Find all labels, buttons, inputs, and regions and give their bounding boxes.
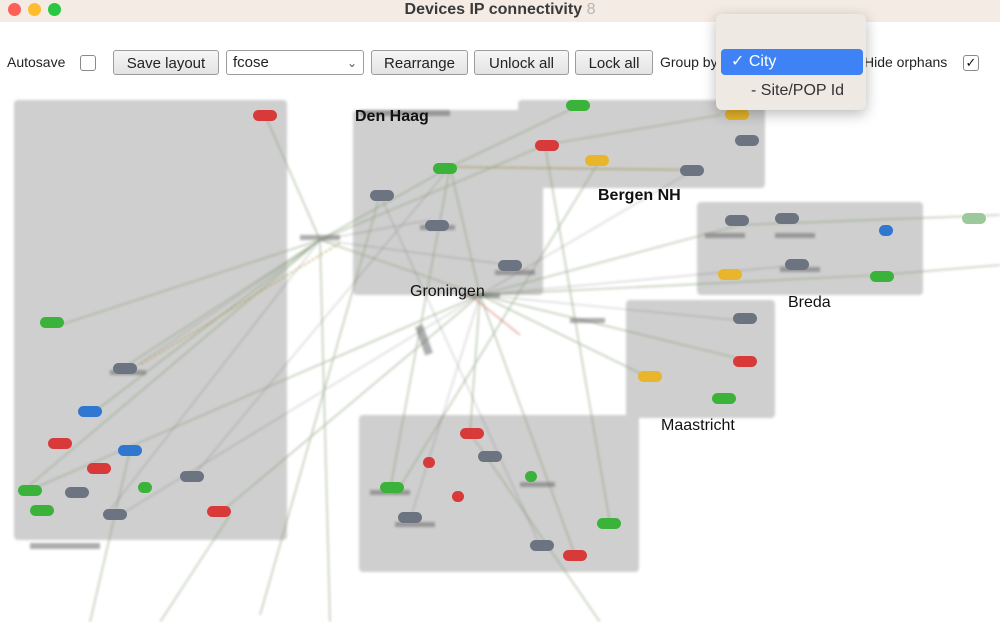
city-label-den-haag: Den Haag: [355, 108, 429, 125]
router-node[interactable]: [180, 471, 204, 482]
router-node[interactable]: [103, 509, 127, 520]
hide-orphans-label: Hide orphans: [864, 54, 948, 70]
router-node[interactable]: [478, 451, 502, 462]
router-node[interactable]: [735, 135, 759, 146]
autosave-checkbox[interactable]: [80, 55, 96, 71]
router-node[interactable]: [425, 220, 449, 231]
router-node[interactable]: [118, 445, 142, 456]
router-node[interactable]: [48, 438, 72, 449]
router-node[interactable]: [370, 190, 394, 201]
router-node[interactable]: [253, 110, 277, 121]
router-node[interactable]: [380, 482, 404, 493]
router-node[interactable]: [423, 457, 435, 468]
router-node[interactable]: [725, 109, 749, 120]
layout-select-value: fcose: [233, 54, 269, 71]
city-label-groningen: Groningen: [410, 283, 485, 300]
router-node[interactable]: [398, 512, 422, 523]
router-node[interactable]: [962, 213, 986, 224]
router-node[interactable]: [725, 215, 749, 226]
window-title-suffix: 8: [586, 1, 596, 18]
autosave-label: Autosave: [7, 54, 66, 70]
router-node[interactable]: [138, 482, 152, 493]
router-node[interactable]: [40, 317, 64, 328]
router-node[interactable]: [733, 313, 757, 324]
router-node[interactable]: [535, 140, 559, 151]
rearrange-button[interactable]: Rearrange: [371, 50, 468, 75]
router-node[interactable]: [597, 518, 621, 529]
router-node[interactable]: [785, 259, 809, 270]
router-node[interactable]: [718, 269, 742, 280]
hide-orphans-checkbox[interactable]: ✓: [963, 55, 979, 71]
router-node[interactable]: [870, 271, 894, 282]
router-node[interactable]: [733, 356, 757, 367]
city-label-breda: Breda: [788, 294, 831, 311]
router-node[interactable]: [680, 165, 704, 176]
save-layout-button[interactable]: Save layout: [113, 50, 219, 75]
router-node[interactable]: [879, 225, 893, 236]
group-by-option-site-pop-id[interactable]: - Site/POP Id: [722, 78, 860, 104]
router-node[interactable]: [525, 471, 537, 482]
layout-select[interactable]: fcose ⌄: [226, 50, 364, 75]
router-node[interactable]: [460, 428, 484, 439]
router-node[interactable]: [530, 540, 554, 551]
city-label-bergen: Bergen NH: [598, 187, 681, 204]
router-node[interactable]: [775, 213, 799, 224]
router-node[interactable]: [30, 505, 54, 516]
router-node[interactable]: [78, 406, 102, 417]
router-node[interactable]: [65, 487, 89, 498]
window-title-text: Devices IP connectivity: [404, 1, 583, 18]
router-node[interactable]: [638, 371, 662, 382]
group-by-label: Group by: [660, 54, 718, 70]
router-node[interactable]: [712, 393, 736, 404]
city-label-maastricht: Maastricht: [661, 417, 735, 434]
router-node[interactable]: [563, 550, 587, 561]
router-node[interactable]: [585, 155, 609, 166]
lock-all-button[interactable]: Lock all: [575, 50, 653, 75]
group-by-option-city[interactable]: ✓ City: [721, 49, 863, 75]
group-by-dropdown[interactable]: ✓ City - Site/POP Id: [716, 14, 866, 110]
router-node[interactable]: [452, 491, 464, 502]
router-node[interactable]: [87, 463, 111, 474]
chevron-down-icon: ⌄: [346, 56, 357, 70]
graph-canvas[interactable]: Den Haag Bergen NH Groningen Breda Maast…: [0, 95, 1000, 622]
router-node[interactable]: [433, 163, 457, 174]
router-node[interactable]: [113, 363, 137, 374]
graph-svg: [14, 100, 1000, 622]
unlock-all-button[interactable]: Unlock all: [474, 50, 569, 75]
router-node[interactable]: [18, 485, 42, 496]
router-node[interactable]: [566, 100, 590, 111]
router-node[interactable]: [207, 506, 231, 517]
router-node[interactable]: [498, 260, 522, 271]
